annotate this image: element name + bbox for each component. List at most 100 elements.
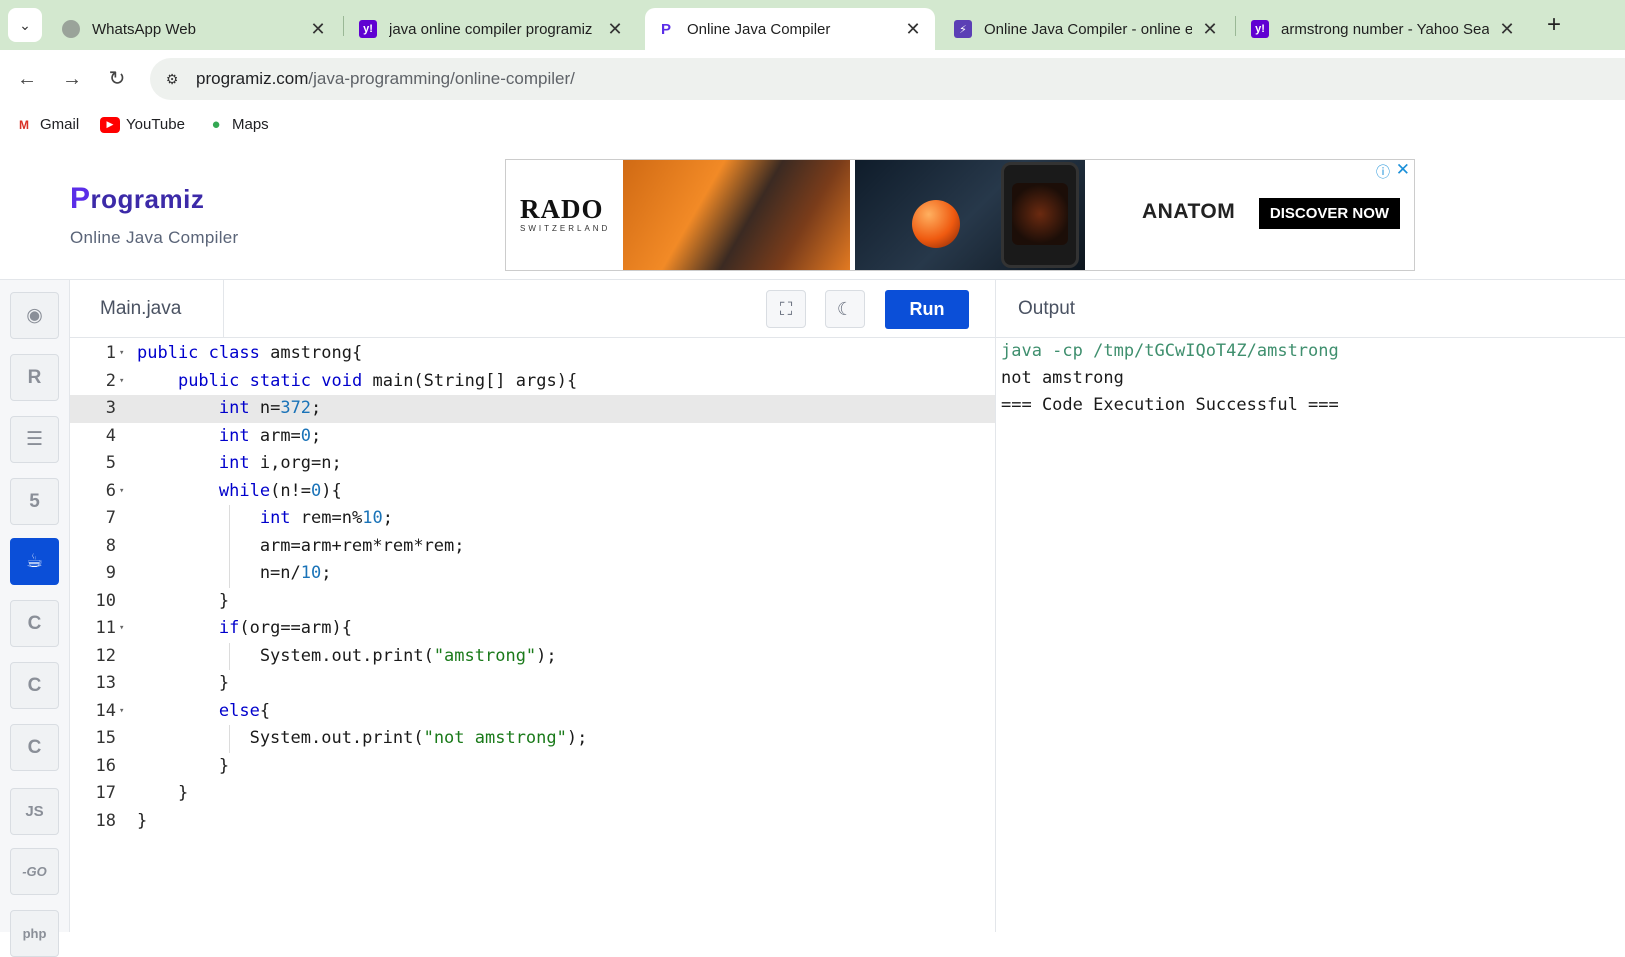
fold-toggle-icon[interactable]: ▾ [119,698,124,726]
sidebar-item-cpp[interactable]: C [10,662,59,709]
programiz-icon: P [660,20,671,38]
code-text: while(n!=0){ [218,480,342,501]
logo-text: rogramiz [90,184,205,214]
reload-icon: ↻ [108,68,126,90]
code-line[interactable]: 10 } [70,588,995,616]
indent-guide [228,725,230,753]
code-text: int i,org=n; [218,453,342,473]
advertisement-banner[interactable]: RADO SWITZERLAND ANATOM DISCOVER NOW ⓘ ✕ [505,159,1415,271]
tab-title: WhatsApp Web [92,20,196,38]
tab-title: Online Java Compiler [687,20,831,38]
line-number: 14 [95,700,116,721]
code-line[interactable]: 14 ▾ else{ [70,698,995,726]
code-line[interactable]: 5 int i,org=n; [70,450,995,478]
code-line[interactable]: 13 } [70,670,995,698]
programiz-logo[interactable]: Programiz [70,182,204,216]
java-icon: ☕ [25,551,44,572]
sidebar-item-go[interactable]: -GO [10,848,59,895]
sidebar-item-c[interactable]: C [10,600,59,647]
close-icon[interactable]: ✕ [308,19,328,40]
code-line[interactable]: 16 } [70,753,995,781]
plus-icon: + [1546,11,1561,38]
code-line[interactable]: 7 int rem=n%10; [70,505,995,533]
html5-icon: 5 [29,490,40,512]
file-tab-main-java[interactable]: Main.java [70,280,224,338]
code-text: } [137,673,230,693]
close-icon[interactable]: ✕ [1396,160,1410,180]
tab-search-button[interactable]: ⌄ [8,8,42,42]
ad-discover-button[interactable]: DISCOVER NOW [1259,198,1400,229]
bookmark-gmail[interactable]: M Gmail [14,116,79,133]
back-button[interactable]: ← [12,64,42,94]
output-console[interactable]: java -cp /tmp/tGCwIQoT4Z/amstrong not ams… [995,338,1625,932]
ad-brand-sub: SWITZERLAND [520,224,611,233]
code-line[interactable]: 2 ▾ public static void main(String[] args… [70,368,995,396]
tab-online-java-compiler[interactable]: P Online Java Compiler ✕ [645,8,935,50]
sidebar-item-csharp[interactable]: C [10,724,59,771]
arrow-right-icon: → [62,68,82,90]
line-number: 2 [105,370,116,391]
run-button[interactable]: Run [885,290,969,329]
code-line[interactable]: 9 n=n/10; [70,560,995,588]
logo-letter: P [70,182,91,215]
sidebar-item-php[interactable]: php [10,910,59,957]
code-line[interactable]: 12 System.out.print("amstrong"); [70,643,995,671]
url-text[interactable]: programiz.com/java-programming/online-co… [196,69,575,89]
dark-mode-button[interactable]: ☾ [825,290,865,328]
line-number: 16 [95,755,116,776]
reload-button[interactable]: ↻ [102,64,132,94]
site-info-icon[interactable]: ⚙ [160,67,184,91]
fold-toggle-icon[interactable]: ▾ [119,615,124,643]
code-line[interactable]: 3 int n=372; [70,395,995,423]
close-icon[interactable]: ✕ [1200,19,1220,40]
bookmark-maps[interactable]: ● Maps [206,116,268,133]
code-line[interactable]: 11 ▾ if(org==arm){ [70,615,995,643]
js-icon: JS [25,803,44,820]
close-icon[interactable]: ✕ [1497,19,1517,40]
close-icon[interactable]: ✕ [605,19,625,40]
new-tab-button[interactable]: + [1540,12,1568,40]
bookmark-label: Gmail [40,116,80,133]
sidebar-item-sql[interactable]: ☰ [10,416,59,463]
tab-yahoo-search[interactable]: y! java online compiler programiz ✕ [347,8,637,50]
code-line[interactable]: 18} [70,808,995,836]
youtube-icon: ▶ [100,116,120,133]
tab-online-java-compiler-2[interactable]: ⚡ Online Java Compiler - online e ✕ [942,8,1232,50]
tab-separator [343,16,344,36]
close-icon[interactable]: ✕ [903,19,923,40]
forward-button[interactable]: → [57,64,87,94]
fold-toggle-icon[interactable]: ▾ [119,340,124,368]
code-text: public class amstrong{ [137,343,363,363]
sidebar-item-java[interactable]: ☕ [10,538,59,585]
tab-whatsapp[interactable]: WhatsApp Web ✕ [50,8,340,50]
fullscreen-button[interactable]: ⛶ [766,290,806,328]
code-line[interactable]: 4 int arm=0; [70,423,995,451]
code-line[interactable]: 1 ▾ public class amstrong{ [70,340,995,368]
indent-guide [228,505,230,588]
sidebar-item-r[interactable]: R [10,354,59,401]
code-line[interactable]: 8 arm=arm+rem*rem*rem; [70,533,995,561]
fold-toggle-icon[interactable]: ▾ [119,368,124,396]
fold-toggle-icon[interactable]: ▾ [119,478,124,506]
bookmarks-bar: M Gmail ▶ YouTube ● Maps [0,108,1625,144]
info-icon[interactable]: ⓘ [1376,162,1390,182]
address-bar[interactable]: ⚙ programiz.com/java-programming/online-… [150,58,1625,100]
code-line[interactable]: 6 ▾ while(n!=0){ [70,478,995,506]
code-text: int n=372; [218,398,322,418]
code-line[interactable]: 15 System.out.print("not amstrong"); [70,725,995,753]
code-editor[interactable]: 1 ▾ public class amstrong{2 ▾ public static… [70,338,995,932]
ad-brand-logo: RADO [520,194,604,224]
code-text: int arm=0; [218,425,322,446]
moon-icon: ☾ [836,298,854,319]
bookmark-youtube[interactable]: ▶ YouTube [100,116,185,133]
sidebar-item-html[interactable]: 5 [10,478,59,525]
site-header: Programiz Online Java Compiler RADO SWIT… [0,144,1625,280]
code-line[interactable]: 17 } [70,780,995,808]
code-text: public static void main(String[] args){ [177,370,578,391]
sidebar-item-python[interactable]: ◉ [10,292,59,339]
cpp-icon: C [27,674,42,696]
line-number: 1 [105,343,116,363]
watch-face [1012,183,1068,245]
sidebar-item-js[interactable]: JS [10,788,59,835]
tab-armstrong-search[interactable]: y! armstrong number - Yahoo Sea ✕ [1239,8,1529,50]
